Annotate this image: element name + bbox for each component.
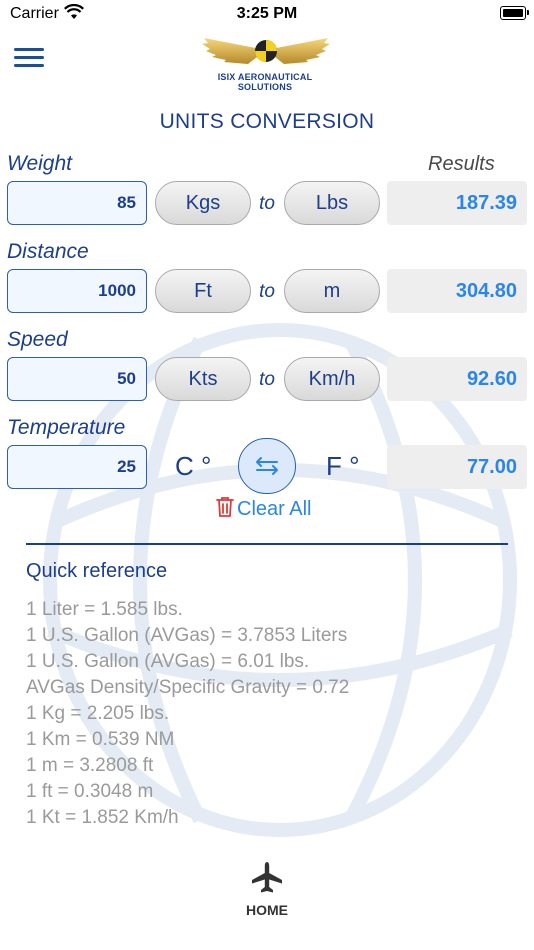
list-item: 1 Km = 0.539 NM [26, 729, 175, 750]
status-bar: Carrier 3:25 PM [0, 0, 534, 30]
distance-from-unit-button[interactable]: Ft [155, 269, 251, 313]
celsius-label: C ° [175, 451, 212, 481]
weight-to-unit-button[interactable]: Lbs [284, 181, 380, 225]
distance-result: 304.80 [387, 269, 527, 313]
distance-input[interactable]: 1000 [7, 269, 147, 313]
logo-text: ISIX AERONAUTICAL SOLUTIONS [217, 72, 313, 92]
distance-to-unit-button[interactable]: m [284, 269, 380, 313]
weight-to-label: to [259, 193, 275, 214]
clear-all-label: Clear All [237, 498, 312, 520]
speed-from-unit-button[interactable]: Kts [155, 357, 251, 401]
list-item: 1 Kg = 2.205 lbs. [26, 703, 170, 724]
airplane-icon[interactable] [249, 860, 285, 896]
temperature-label: Temperature [7, 416, 126, 439]
results-heading: Results [428, 153, 495, 175]
list-item: 1 U.S. Gallon (AVGas) = 3.7853 Liters [26, 625, 348, 646]
quick-reference-title: Quick reference [26, 560, 168, 582]
swap-units-button[interactable] [238, 438, 296, 494]
list-item: 1 U.S. Gallon (AVGas) = 6.01 lbs. [26, 651, 310, 672]
clear-all-button[interactable]: Clear All [216, 496, 311, 521]
quick-reference-list: 1 Liter = 1.585 lbs. 1 U.S. Gallon (AVGa… [26, 597, 349, 831]
speed-result: 92.60 [387, 357, 527, 401]
temperature-result: 77.00 [387, 445, 527, 489]
speed-to-unit-button[interactable]: Km/h [284, 357, 380, 401]
weight-label: Weight [7, 152, 72, 175]
swap-arrows-icon [256, 457, 278, 475]
temperature-input[interactable]: 25 [7, 445, 147, 489]
trash-icon [216, 497, 234, 517]
list-item: 1 m = 3.2808 ft [26, 755, 154, 776]
list-item: 1 Kt = 1.852 Km/h [26, 807, 179, 828]
menu-icon[interactable] [14, 48, 44, 70]
page-title: UNITS CONVERSION [159, 110, 375, 133]
list-item: 1 ft = 0.3048 m [26, 781, 154, 802]
weight-input[interactable]: 85 [7, 181, 147, 225]
distance-to-label: to [259, 281, 275, 302]
speed-input[interactable]: 50 [7, 357, 147, 401]
list-item: AVGas Density/Specific Gravity = 0.72 [26, 677, 350, 698]
distance-label: Distance [7, 240, 89, 263]
weight-from-unit-button[interactable]: Kgs [155, 181, 251, 225]
divider [26, 543, 508, 545]
speed-to-label: to [259, 369, 275, 390]
battery-icon [500, 6, 529, 20]
weight-result: 187.39 [387, 181, 527, 225]
tab-home[interactable]: HOME [0, 902, 534, 918]
speed-label: Speed [7, 328, 68, 351]
list-item: 1 Liter = 1.585 lbs. [26, 599, 183, 620]
clock: 3:25 PM [236, 5, 298, 22]
fahrenheit-label: F ° [326, 451, 360, 481]
